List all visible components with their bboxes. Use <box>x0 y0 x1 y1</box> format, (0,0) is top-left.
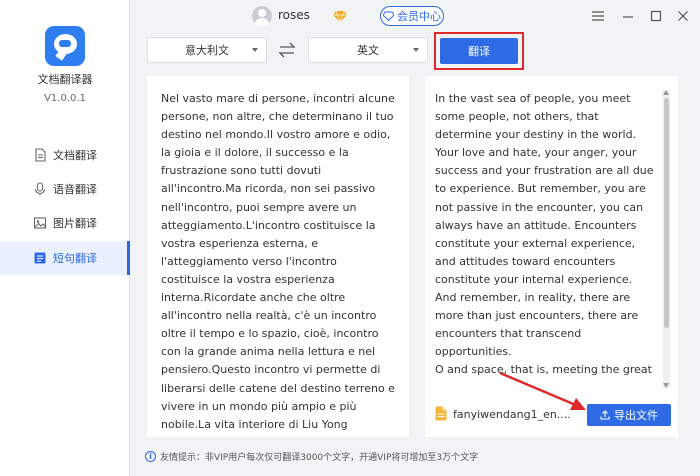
info-icon: i <box>145 451 156 462</box>
source-text-panel[interactable]: Nel vasto mare di persone, incontri alcu… <box>147 76 409 437</box>
source-language-select[interactable]: 意大利文 <box>147 37 267 63</box>
target-language-select[interactable]: 英文 <box>308 37 428 63</box>
document-icon <box>33 148 47 162</box>
image-icon <box>33 216 47 230</box>
chevron-down-icon <box>252 48 258 52</box>
chevron-down-icon <box>413 48 419 52</box>
source-language-value: 意大利文 <box>185 44 229 57</box>
output-file-name[interactable]: fanyiwendang1_en.... <box>453 408 571 421</box>
app-logo-icon <box>45 26 85 66</box>
file-icon <box>435 406 447 421</box>
sidebar-item-sentence-translate[interactable]: 短句翻译 <box>0 241 130 275</box>
sidebar: 文档翻译器 V1.0.0.1 文档翻译 语音翻译 图片翻译 短句翻译 <box>0 0 130 476</box>
app-version: V1.0.0.1 <box>44 93 86 104</box>
translate-button[interactable]: 翻译 <box>440 38 518 64</box>
microphone-icon <box>33 182 47 196</box>
sidebar-item-label: 文档翻译 <box>53 149 97 162</box>
vip-center-button[interactable]: 会员中心 <box>380 6 444 26</box>
sidebar-item-label: 短句翻译 <box>53 252 97 265</box>
diamond-icon[interactable] <box>333 9 347 23</box>
username: roses <box>278 8 310 22</box>
vip-diamond-icon <box>383 11 394 21</box>
sidebar-item-label: 语音翻译 <box>53 183 97 196</box>
scrollbar[interactable] <box>663 90 670 388</box>
scroll-down-icon[interactable] <box>663 383 669 388</box>
sidebar-item-label: 图片翻译 <box>53 217 97 230</box>
upload-icon <box>600 410 610 420</box>
sidebar-item-image-translate[interactable]: 图片翻译 <box>0 206 130 240</box>
export-file-label: 导出文件 <box>614 409 658 422</box>
minimize-icon[interactable] <box>618 6 638 26</box>
sentence-icon <box>33 251 47 265</box>
vip-center-label: 会员中心 <box>397 10 441 23</box>
scroll-thumb[interactable] <box>664 98 669 328</box>
target-text[interactable]: In the vast sea of people, you meet some… <box>435 90 657 384</box>
export-file-button[interactable]: 导出文件 <box>587 404 671 426</box>
target-text-panel[interactable]: In the vast sea of people, you meet some… <box>425 76 678 437</box>
menu-icon[interactable] <box>588 6 608 26</box>
close-icon[interactable] <box>673 6 693 26</box>
footer-tip: i 友情提示：非VIP用户每次仅可翻译3000个文字，开通VIP将可增加至3万个… <box>145 450 478 463</box>
maximize-icon[interactable] <box>646 6 666 26</box>
swap-languages-icon[interactable] <box>277 41 297 59</box>
scroll-up-icon[interactable] <box>663 90 669 95</box>
footer-tip-text: 友情提示：非VIP用户每次仅可翻译3000个文字，开通VIP将可增加至3万个文字 <box>160 453 479 463</box>
sidebar-item-document-translate[interactable]: 文档翻译 <box>0 138 130 172</box>
source-text[interactable]: Nel vasto mare di persone, incontri alcu… <box>161 90 397 434</box>
avatar[interactable] <box>252 6 272 26</box>
app-name: 文档翻译器 <box>37 73 93 86</box>
sidebar-item-voice-translate[interactable]: 语音翻译 <box>0 172 130 206</box>
target-language-value: 英文 <box>357 44 379 57</box>
